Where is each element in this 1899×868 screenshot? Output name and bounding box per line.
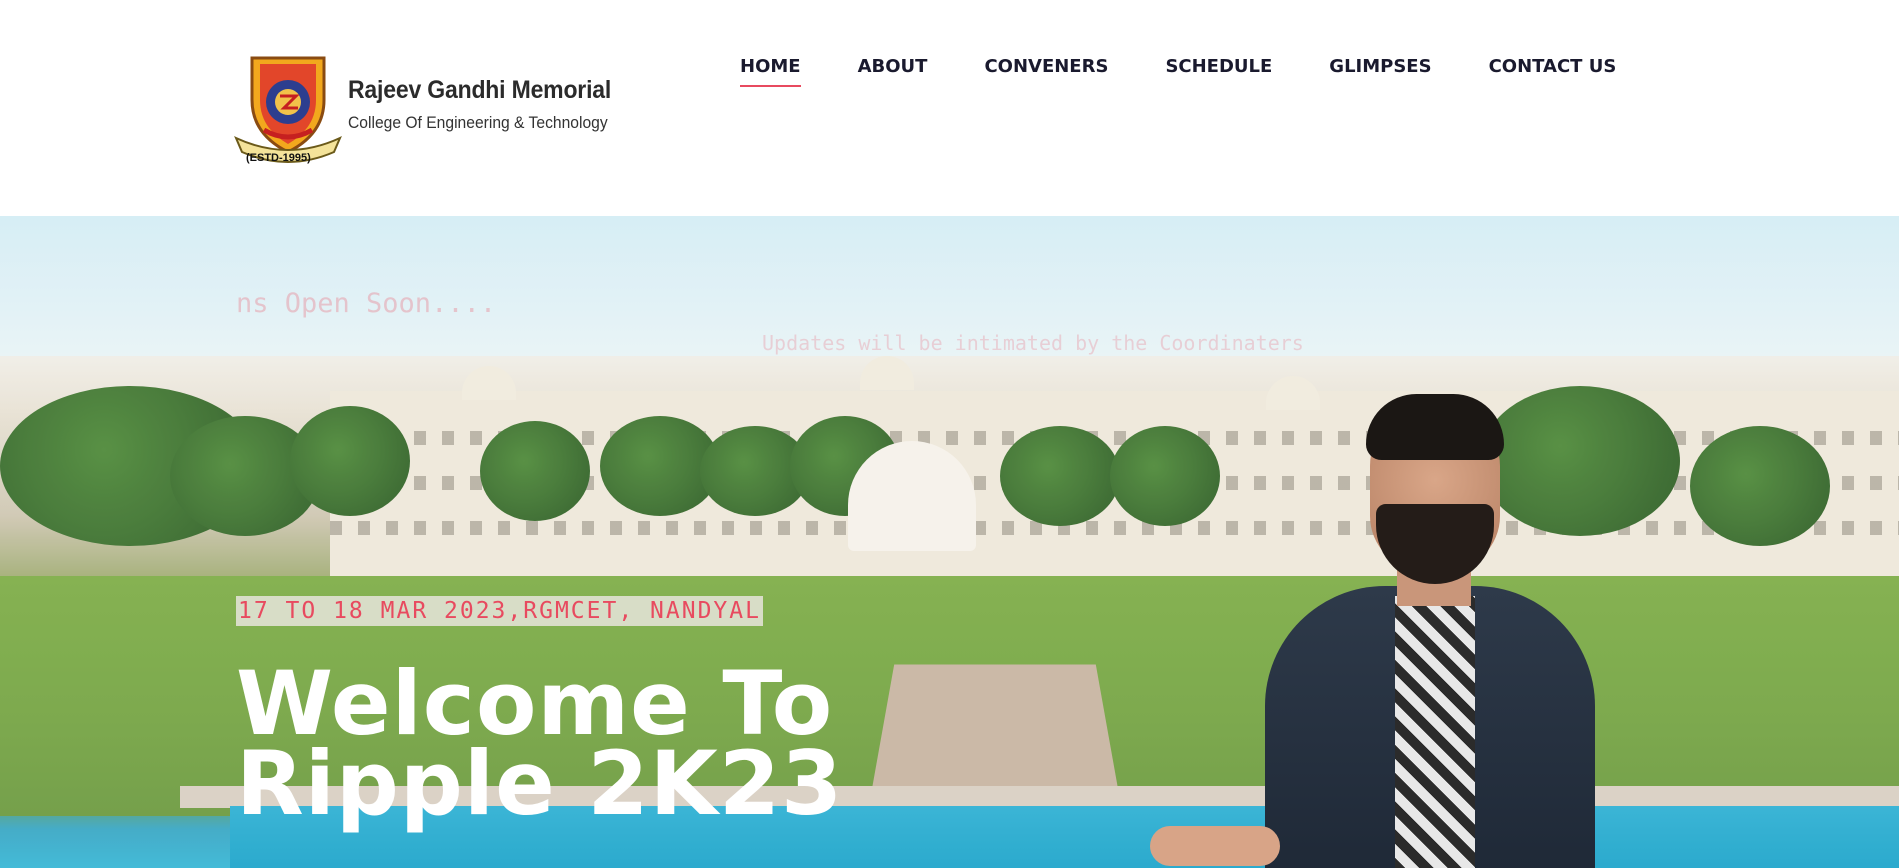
presenter-beard: [1376, 504, 1494, 584]
presenter-photo: [1150, 386, 1670, 868]
event-date-tag: 17 TO 18 MAR 2023,RGMCET, NANDYAL: [236, 596, 763, 626]
hero-heading: Welcome To Ripple 2K23: [236, 660, 843, 828]
main-nav: HOME ABOUT CONVENERS SCHEDULE GLIMPSES C…: [740, 56, 1616, 87]
nav-schedule[interactable]: SCHEDULE: [1165, 56, 1272, 87]
updates-notice: Updates will be intimated by the Coordin…: [762, 331, 1304, 355]
presenter-shirt: [1395, 596, 1475, 868]
brand-title: Rajeev Gandhi Memorial: [348, 76, 612, 104]
site-header: (ESTD-1995) Rajeev Gandhi Memorial Colle…: [0, 0, 1899, 216]
presenter-hair: [1366, 394, 1504, 460]
brand-subtitle: College Of Engineering & Technology: [348, 113, 608, 132]
hero-banner: ns Open Soon.... Updates will be intimat…: [0, 216, 1899, 868]
registrations-marquee: ns Open Soon....: [236, 288, 497, 319]
nav-glimpses[interactable]: GLIMPSES: [1329, 56, 1431, 87]
presenter-hand: [1150, 826, 1280, 866]
college-emblem-icon: (ESTD-1995): [234, 52, 342, 170]
estd-label: (ESTD-1995): [246, 152, 311, 164]
nav-about[interactable]: ABOUT: [858, 56, 928, 87]
hero-heading-line2: Ripple 2K23: [236, 732, 844, 835]
nav-home[interactable]: HOME: [740, 56, 801, 87]
brand-text: Rajeev Gandhi Memorial College Of Engine…: [348, 76, 634, 133]
college-logo-link[interactable]: (ESTD-1995) Rajeev Gandhi Memorial Colle…: [234, 52, 634, 170]
nav-contact-us[interactable]: CONTACT US: [1489, 56, 1617, 87]
nav-conveners[interactable]: CONVENERS: [984, 56, 1108, 87]
